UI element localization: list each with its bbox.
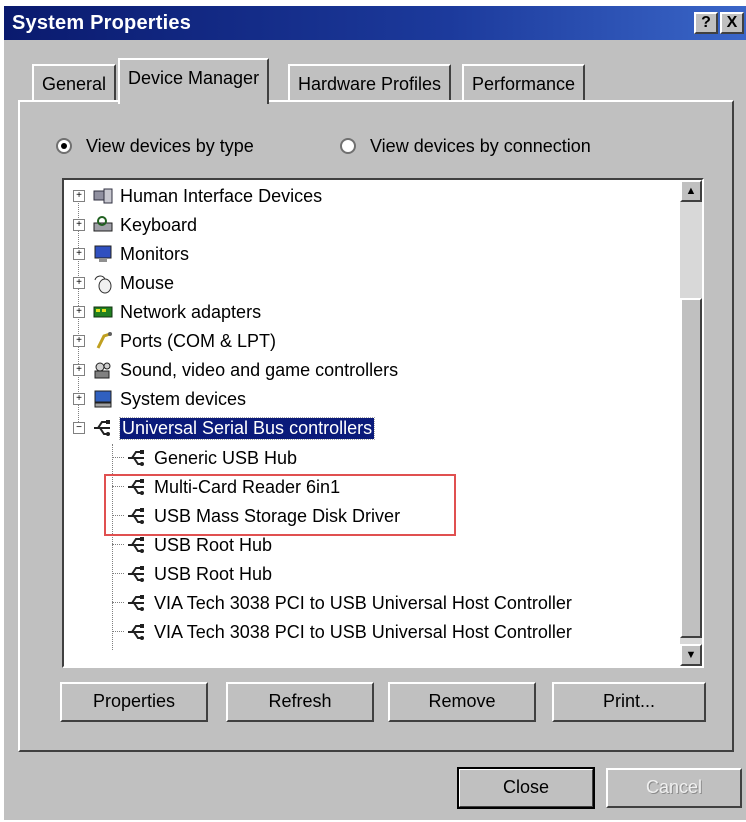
- tree-item-label: Mouse: [120, 272, 175, 293]
- tree-item-label: Human Interface Devices: [120, 185, 323, 206]
- tree-item-label: Ports (COM & LPT): [120, 330, 277, 351]
- usb-icon: [128, 566, 144, 582]
- tree-item-label: System devices: [120, 388, 247, 409]
- tree-connector: [112, 573, 124, 574]
- expand-sound-icon[interactable]: +: [73, 364, 85, 376]
- scroll-up-arrow-icon[interactable]: ▲: [680, 180, 702, 202]
- tree-item-label: Monitors: [120, 243, 190, 264]
- tree-item-network-adapters[interactable]: Network adapters: [92, 298, 261, 326]
- tab-general[interactable]: General: [32, 64, 117, 100]
- tree-item-ports[interactable]: Ports (COM & LPT): [92, 327, 276, 355]
- sound-icon: [94, 362, 111, 379]
- expand-keyboard-icon[interactable]: +: [73, 219, 85, 231]
- tree-connector: [112, 486, 124, 487]
- radio-unchecked-icon: [340, 138, 356, 154]
- expand-ports-icon[interactable]: +: [73, 335, 85, 347]
- tree-item-mouse[interactable]: Mouse: [92, 269, 174, 297]
- usb-icon: [128, 537, 144, 553]
- tab-performance[interactable]: Performance: [462, 64, 586, 100]
- tree-item-label: Universal Serial Bus controllers: [118, 416, 376, 440]
- usb-child-label: Generic USB Hub: [154, 447, 298, 468]
- view-by-connection-radio[interactable]: View devices by connection: [340, 134, 591, 158]
- expand-network-icon[interactable]: +: [73, 306, 85, 318]
- usb-child-item[interactable]: USB Mass Storage Disk Driver: [126, 502, 400, 530]
- tab-device-manager[interactable]: Device Manager: [118, 58, 270, 104]
- system-properties-window: System Properties ? X General Device Man…: [4, 6, 746, 820]
- help-button[interactable]: ?: [694, 12, 718, 34]
- properties-button[interactable]: Properties: [60, 682, 208, 722]
- monitor-icon: [94, 245, 112, 262]
- usb-child-label: USB Mass Storage Disk Driver: [154, 505, 401, 526]
- print-button[interactable]: Print...: [552, 682, 706, 722]
- tree-scrollbar[interactable]: ▲ ▼: [680, 180, 702, 666]
- tree-item-hid[interactable]: Human Interface Devices: [92, 182, 322, 210]
- radio-checked-icon: [56, 138, 72, 154]
- usb-icon: [128, 508, 144, 524]
- tree-item-keyboard[interactable]: Keyboard: [92, 211, 197, 239]
- usb-child-item[interactable]: VIA Tech 3038 PCI to USB Universal Host …: [126, 618, 572, 646]
- hid-icon: [93, 188, 113, 204]
- expand-monitors-icon[interactable]: +: [73, 248, 85, 260]
- scroll-down-arrow-icon[interactable]: ▼: [680, 644, 702, 666]
- mouse-icon: [94, 275, 112, 294]
- collapse-usb-icon[interactable]: −: [73, 422, 85, 434]
- view-by-type-label: View devices by type: [86, 135, 254, 156]
- tree-item-sound[interactable]: Sound, video and game controllers: [92, 356, 398, 384]
- scroll-thumb[interactable]: [680, 298, 702, 638]
- device-tree[interactable]: + Human Interface Devices + Keyboard + M…: [62, 178, 704, 668]
- usb-child-label: Multi-Card Reader 6in1: [154, 476, 341, 497]
- expand-mouse-icon[interactable]: +: [73, 277, 85, 289]
- usb-child-label: VIA Tech 3038 PCI to USB Universal Host …: [154, 621, 572, 642]
- close-window-button[interactable]: X: [720, 12, 744, 34]
- tree-connector: [112, 602, 124, 603]
- remove-button[interactable]: Remove: [388, 682, 536, 722]
- tree-connector: [112, 544, 124, 545]
- usb-icon: [128, 479, 144, 495]
- usb-icon: [128, 450, 144, 466]
- expand-hid-icon[interactable]: +: [73, 190, 85, 202]
- window-title: System Properties: [12, 12, 192, 34]
- usb-icon: [94, 420, 110, 436]
- tree-item-monitors[interactable]: Monitors: [92, 240, 189, 268]
- tree-connector: [112, 515, 124, 516]
- usb-icon: [128, 595, 144, 611]
- tree-connector: [112, 457, 124, 458]
- usb-child-item[interactable]: Multi-Card Reader 6in1: [126, 473, 340, 501]
- network-adapter-icon: [93, 306, 113, 318]
- refresh-button[interactable]: Refresh: [226, 682, 374, 722]
- usb-child-item[interactable]: USB Root Hub: [126, 560, 272, 588]
- cancel-button[interactable]: Cancel: [606, 768, 742, 808]
- usb-child-item[interactable]: Generic USB Hub: [126, 444, 297, 472]
- tree-item-label: Sound, video and game controllers: [120, 359, 399, 380]
- system-devices-icon: [94, 390, 112, 408]
- tree-connector: [112, 631, 124, 632]
- port-icon: [96, 332, 112, 349]
- usb-child-label: USB Root Hub: [154, 563, 273, 584]
- keyboard-icon: [93, 216, 113, 232]
- usb-child-label: VIA Tech 3038 PCI to USB Universal Host …: [154, 592, 572, 613]
- tree-connector: [112, 444, 113, 650]
- usb-icon: [128, 624, 144, 640]
- title-bar[interactable]: System Properties ? X: [4, 6, 746, 40]
- usb-child-item[interactable]: USB Root Hub: [126, 531, 272, 559]
- view-by-type-radio[interactable]: View devices by type: [56, 134, 254, 158]
- tab-hardware-profiles[interactable]: Hardware Profiles: [288, 64, 452, 100]
- usb-child-item[interactable]: VIA Tech 3038 PCI to USB Universal Host …: [126, 589, 572, 617]
- usb-child-label: USB Root Hub: [154, 534, 273, 555]
- tree-item-label: Keyboard: [120, 214, 198, 235]
- close-button[interactable]: Close: [457, 767, 595, 809]
- tree-item-label: Network adapters: [120, 301, 262, 322]
- tree-item-usb-controllers[interactable]: Universal Serial Bus controllers: [92, 414, 376, 442]
- expand-system-devices-icon[interactable]: +: [73, 393, 85, 405]
- tree-item-system-devices[interactable]: System devices: [92, 385, 246, 413]
- view-by-connection-label: View devices by connection: [370, 135, 591, 156]
